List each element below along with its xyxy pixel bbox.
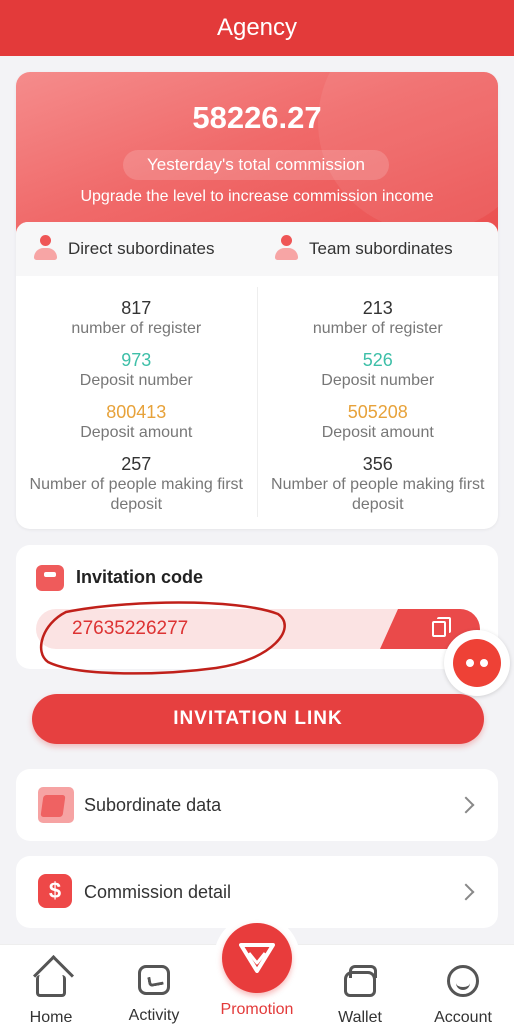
- commission-label: Yesterday's total commission: [123, 150, 389, 180]
- home-icon: [36, 975, 66, 997]
- direct-subordinates-header: Direct subordinates: [16, 222, 257, 276]
- page-title: Agency: [216, 14, 298, 41]
- invitation-title: Invitation code: [76, 567, 204, 587]
- app-header: Agency: [0, 0, 514, 56]
- direct-deposit-label: Deposit number: [79, 372, 193, 389]
- nav-promotion-label: Promotion: [220, 1001, 294, 1018]
- direct-amount-label: Deposit amount: [80, 424, 193, 441]
- team-deposit-amount: 505208: [347, 402, 408, 422]
- person-icon: [273, 235, 299, 263]
- calendar-icon: [38, 787, 74, 823]
- promotion-button[interactable]: [214, 915, 300, 1001]
- team-register-label: number of register: [312, 320, 443, 337]
- wallet-icon: [344, 965, 377, 997]
- team-amount-label: Deposit amount: [321, 424, 434, 441]
- chevron-right-icon: [457, 796, 475, 814]
- direct-subordinates-title: Direct subordinates: [68, 239, 215, 258]
- nav-wallet-label: Wallet: [338, 1009, 382, 1024]
- chat-support-button[interactable]: [444, 630, 510, 696]
- subordinates-header: Direct subordinates Team subordinates: [16, 222, 498, 276]
- subordinate-data-label: Subordinate data: [84, 794, 222, 815]
- dollar-icon: $: [38, 874, 72, 908]
- team-deposit-label: Deposit number: [321, 372, 435, 389]
- direct-register-count: 817: [121, 298, 152, 318]
- direct-register-label: number of register: [71, 320, 202, 337]
- subordinates-stats: 817 number of register 973 Deposit numbe…: [16, 287, 498, 523]
- nav-home-label: Home: [29, 1009, 73, 1024]
- team-subordinates-header: Team subordinates: [257, 222, 498, 276]
- team-deposit-count: 526: [362, 350, 393, 370]
- activity-icon: [138, 965, 170, 995]
- commission-card: 58226.27 Yesterday's total commission Up…: [16, 72, 498, 529]
- copy-icon: [432, 617, 451, 637]
- team-register-count: 213: [362, 298, 393, 318]
- promotion-icon: [222, 923, 292, 993]
- chevron-right-icon: [457, 883, 475, 901]
- team-first-deposit-count: 356: [362, 454, 393, 474]
- nav-wallet[interactable]: Wallet: [310, 965, 410, 1024]
- nav-activity-label: Activity: [128, 1007, 180, 1024]
- commission-amount: 58226.27: [192, 100, 322, 135]
- invitation-icon: [36, 565, 64, 591]
- nav-home[interactable]: Home: [1, 965, 101, 1024]
- nav-account-label: Account: [434, 1009, 492, 1024]
- direct-deposit-count: 973: [121, 350, 152, 370]
- nav-promotion[interactable]: Promotion: [207, 1001, 307, 1019]
- team-subordinates-title: Team subordinates: [309, 239, 453, 258]
- nav-account[interactable]: Account: [413, 965, 513, 1024]
- nav-activity[interactable]: Activity: [104, 965, 204, 1024]
- account-icon: [447, 965, 479, 997]
- chat-icon: [453, 639, 501, 687]
- invitation-link-button[interactable]: INVITATION LINK: [32, 694, 484, 744]
- subordinate-data-row[interactable]: Subordinate data: [16, 769, 498, 841]
- bottom-nav: Home Activity Promotion Wallet Account: [0, 915, 514, 1024]
- direct-first-deposit-label: Number of people making first deposit: [29, 476, 243, 513]
- direct-first-deposit-count: 257: [121, 454, 152, 474]
- team-first-deposit-label: Number of people making first deposit: [271, 476, 485, 513]
- person-icon: [32, 235, 58, 263]
- commission-detail-label: Commission detail: [84, 881, 232, 902]
- upgrade-text: Upgrade the level to increase commission…: [80, 188, 434, 205]
- red-scribble-circle: [39, 601, 286, 675]
- commission-banner: 58226.27 Yesterday's total commission Up…: [16, 72, 498, 247]
- team-stats: 213 number of register 526 Deposit numbe…: [258, 287, 499, 523]
- direct-deposit-amount: 800413: [106, 402, 167, 422]
- direct-stats: 817 number of register 973 Deposit numbe…: [16, 287, 257, 523]
